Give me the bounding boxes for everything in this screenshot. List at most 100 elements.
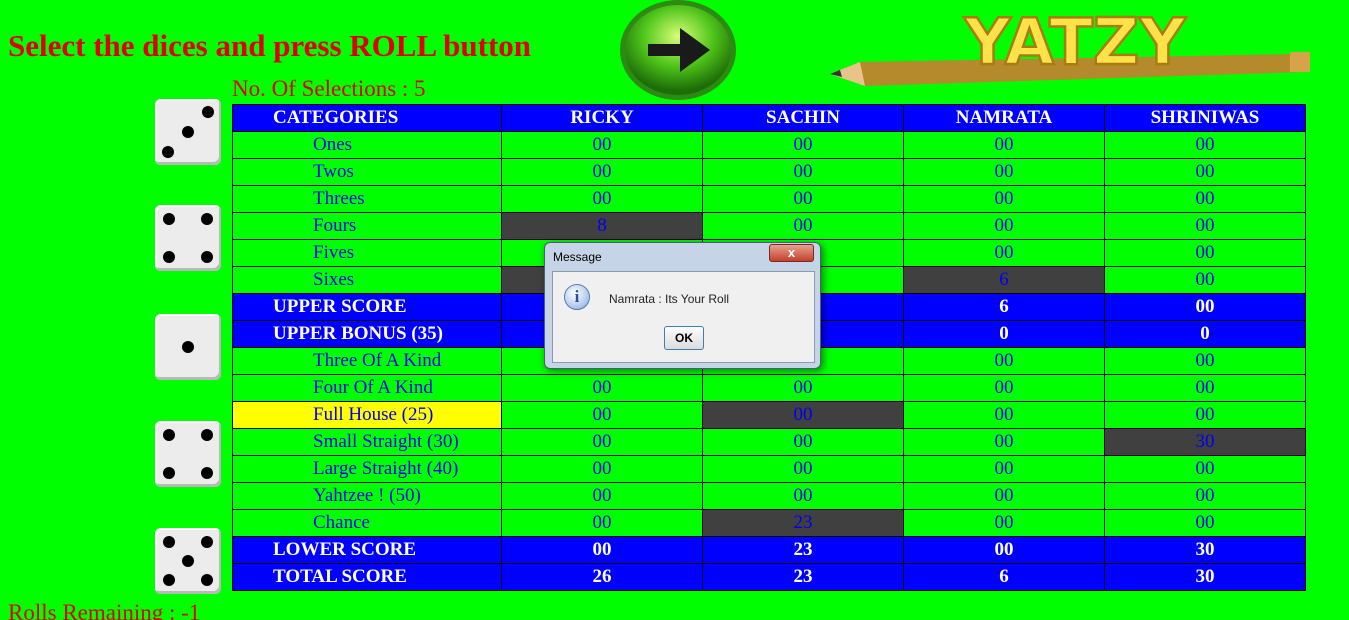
upper-score-label: UPPER SCORE	[232, 293, 502, 321]
die-2[interactable]	[155, 205, 221, 271]
upper-score-value: 00	[1104, 293, 1306, 321]
total-score-value: 26	[501, 563, 703, 591]
score-cell[interactable]: 00	[1104, 482, 1306, 510]
score-cell[interactable]: 00	[702, 185, 904, 213]
score-cell[interactable]: 00	[1104, 509, 1306, 537]
message-dialog: Message x i Namrata : Its Your Roll OK	[544, 242, 821, 369]
ok-button[interactable]: OK	[664, 326, 704, 350]
header-player: RICKY	[501, 104, 703, 132]
roll-button[interactable]	[618, 0, 740, 104]
category-full-house[interactable]: Full House (25)	[232, 401, 502, 429]
category-fours[interactable]: Fours	[232, 212, 502, 240]
category-threes[interactable]: Threes	[232, 185, 502, 213]
score-cell[interactable]: 00	[1104, 374, 1306, 402]
table-row: Full House (25) 00 00 00 00	[232, 401, 1306, 429]
score-cell[interactable]: 00	[1104, 239, 1306, 267]
score-cell[interactable]: 00	[702, 455, 904, 483]
score-cell[interactable]: 00	[501, 374, 703, 402]
score-cell[interactable]: 00	[903, 401, 1105, 429]
score-cell[interactable]: 00	[702, 374, 904, 402]
close-button[interactable]: x	[769, 244, 814, 262]
die-1[interactable]	[155, 99, 221, 165]
lower-score-row: LOWER SCORE 00 23 00 30	[232, 536, 1306, 564]
score-cell[interactable]: 00	[903, 482, 1105, 510]
info-icon: i	[564, 284, 590, 310]
score-cell[interactable]: 00	[702, 212, 904, 240]
score-cell[interactable]: 00	[702, 131, 904, 159]
score-cell-used[interactable]: 00	[702, 401, 904, 429]
table-row: Four Of A Kind 00 00 00 00	[232, 374, 1306, 402]
table-row: Yahtzee ! (50) 00 00 00 00	[232, 482, 1306, 510]
rolls-remaining: Rolls Remaining : -1	[8, 600, 201, 620]
category-ones[interactable]: Ones	[232, 131, 502, 159]
category-four-of-a-kind[interactable]: Four Of A Kind	[232, 374, 502, 402]
score-cell-used[interactable]: 30	[1104, 428, 1306, 456]
score-cell-used[interactable]: 8	[501, 212, 703, 240]
dialog-body: i Namrata : Its Your Roll OK	[552, 271, 815, 363]
score-cell[interactable]: 00	[1104, 347, 1306, 375]
header-player: SACHIN	[702, 104, 904, 132]
score-cell-used[interactable]: 23	[702, 509, 904, 537]
category-twos[interactable]: Twos	[232, 158, 502, 186]
score-cell[interactable]: 00	[702, 428, 904, 456]
score-cell[interactable]: 00	[501, 158, 703, 186]
lower-score-value: 30	[1104, 536, 1306, 564]
header-player: NAMRATA	[903, 104, 1105, 132]
score-cell[interactable]: 00	[1104, 266, 1306, 294]
score-cell[interactable]: 00	[501, 455, 703, 483]
score-cell[interactable]: 00	[903, 131, 1105, 159]
score-cell[interactable]: 00	[501, 401, 703, 429]
category-fives[interactable]: Fives	[232, 239, 502, 267]
score-cell[interactable]: 00	[501, 482, 703, 510]
score-cell[interactable]: 00	[903, 239, 1105, 267]
table-row: Twos 00 00 00 00	[232, 158, 1306, 186]
score-cell[interactable]: 00	[1104, 455, 1306, 483]
score-cell[interactable]: 00	[1104, 401, 1306, 429]
dialog-message: Namrata : Its Your Roll	[609, 292, 730, 306]
score-cell[interactable]: 00	[501, 131, 703, 159]
total-score-value: 6	[903, 563, 1105, 591]
die-3[interactable]	[155, 314, 221, 380]
score-cell[interactable]: 00	[702, 482, 904, 510]
table-row: Fours 8 00 00 00	[232, 212, 1306, 240]
table-row: Large Straight (40) 00 00 00 00	[232, 455, 1306, 483]
score-cell[interactable]: 00	[1104, 185, 1306, 213]
total-score-label: TOTAL SCORE	[232, 563, 502, 591]
score-cell[interactable]: 00	[903, 212, 1105, 240]
score-cell[interactable]: 00	[501, 509, 703, 537]
category-yahtzee[interactable]: Yahtzee ! (50)	[232, 482, 502, 510]
score-cell-used[interactable]: 6	[903, 266, 1105, 294]
category-three-of-a-kind[interactable]: Three Of A Kind	[232, 347, 502, 375]
score-cell[interactable]: 00	[501, 185, 703, 213]
category-sixes[interactable]: Sixes	[232, 266, 502, 294]
score-cell[interactable]: 00	[903, 374, 1105, 402]
total-score-value: 23	[702, 563, 904, 591]
table-row: Chance 00 23 00 00	[232, 509, 1306, 537]
category-small-straight[interactable]: Small Straight (30)	[232, 428, 502, 456]
die-4[interactable]	[155, 421, 221, 487]
upper-bonus-value: 0	[903, 320, 1105, 348]
category-large-straight[interactable]: Large Straight (40)	[232, 455, 502, 483]
selections-count: No. Of Selections : 5	[232, 76, 426, 101]
score-cell[interactable]: 00	[903, 509, 1105, 537]
score-cell[interactable]: 00	[903, 455, 1105, 483]
score-cell[interactable]: 00	[501, 428, 703, 456]
svg-text:YATZY: YATZY	[963, 6, 1186, 80]
score-cell[interactable]: 00	[903, 347, 1105, 375]
score-cell[interactable]: 00	[1104, 158, 1306, 186]
category-chance[interactable]: Chance	[232, 509, 502, 537]
score-cell[interactable]: 00	[702, 158, 904, 186]
die-5[interactable]	[155, 528, 221, 594]
score-cell[interactable]: 00	[1104, 131, 1306, 159]
lower-score-value: 00	[903, 536, 1105, 564]
header-categories: CATEGORIES	[232, 104, 502, 132]
score-cell[interactable]: 00	[903, 428, 1105, 456]
total-score-row: TOTAL SCORE 26 23 6 30	[232, 563, 1306, 591]
table-row: Threes 00 00 00 00	[232, 185, 1306, 213]
score-cell[interactable]: 00	[903, 158, 1105, 186]
yatzy-logo: YATZY	[820, 4, 1325, 96]
score-cell[interactable]: 00	[1104, 212, 1306, 240]
score-cell[interactable]: 00	[903, 185, 1105, 213]
header-player: SHRINIWAS	[1104, 104, 1306, 132]
upper-bonus-label: UPPER BONUS (35)	[232, 320, 502, 348]
